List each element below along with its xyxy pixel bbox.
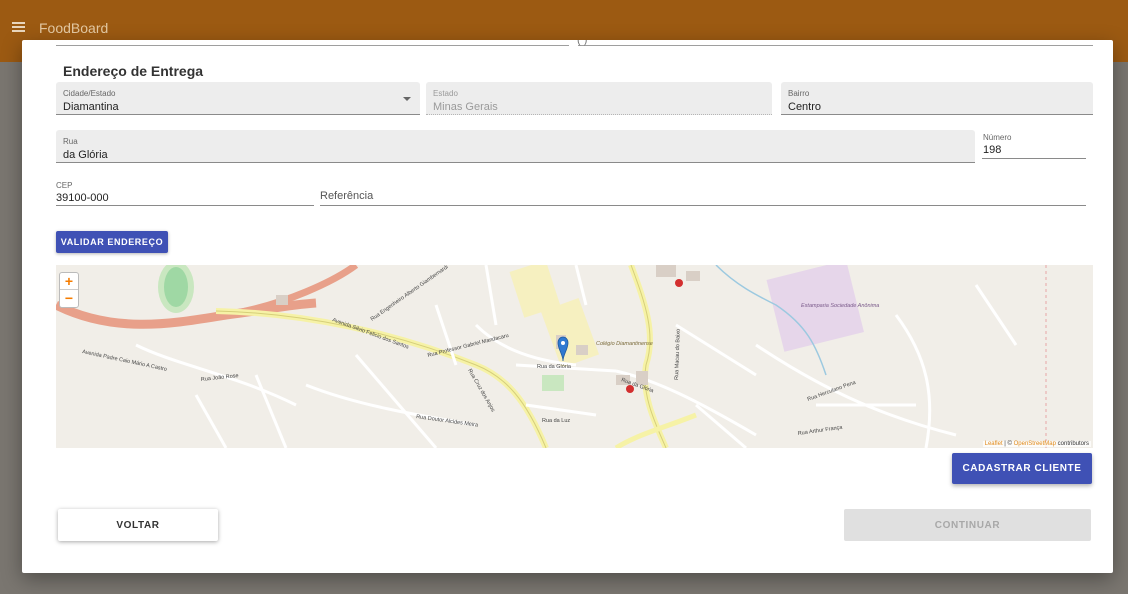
reference-field[interactable]: Referência: [320, 178, 1086, 206]
state-field: Estado Minas Gerais: [426, 82, 772, 115]
leaflet-link[interactable]: Leaflet: [985, 441, 1003, 447]
cep-value: 39100-000: [56, 192, 109, 204]
previous-field-underline-2: [578, 45, 1093, 46]
city-label: Cidade/Estado: [63, 89, 116, 98]
zoom-out-button[interactable]: −: [60, 290, 78, 307]
neighborhood-label: Bairro: [788, 89, 810, 98]
street-value: da Glória: [63, 149, 108, 161]
menu-icon[interactable]: [12, 22, 25, 32]
state-value: Minas Gerais: [433, 101, 498, 113]
number-label: Número: [983, 133, 1012, 142]
zoom-in-button[interactable]: +: [60, 273, 78, 290]
back-button[interactable]: VOLTAR: [58, 509, 218, 541]
validate-address-button[interactable]: VALIDAR ENDEREÇO: [56, 231, 168, 253]
previous-field-fragment: ( ): [577, 40, 588, 46]
neighborhood-field[interactable]: Bairro Centro: [781, 82, 1093, 115]
attribution-suffix: contributors: [1055, 441, 1089, 447]
city-select[interactable]: Cidade/Estado Diamantina: [56, 82, 420, 115]
reference-placeholder: Referência: [320, 190, 374, 202]
neighborhood-value: Centro: [788, 101, 822, 113]
attribution-separator: | ©: [1002, 441, 1014, 447]
app-title: FoodBoard: [39, 20, 109, 36]
map-label-luz: Rua da Luz: [542, 418, 570, 424]
previous-field-underline: [56, 45, 569, 46]
map-attribution: Leaflet | © OpenStreetMap contributors: [982, 441, 1091, 447]
register-client-button[interactable]: CADASTRAR CLIENTE: [952, 453, 1092, 484]
state-label: Estado: [433, 89, 458, 98]
cep-field[interactable]: CEP 39100-000: [56, 178, 314, 206]
dropdown-arrow-icon[interactable]: [403, 97, 411, 101]
city-value: Diamantina: [63, 101, 119, 113]
address-dialog: ( ) Endereço de Entrega Cidade/Estado Di…: [22, 40, 1113, 573]
street-field[interactable]: Rua da Glória: [56, 130, 975, 163]
map-label-gloria: Rua da Glória: [537, 364, 572, 370]
zoom-control: + −: [59, 272, 79, 308]
number-value: 198: [983, 144, 1002, 156]
number-field[interactable]: Número 198: [982, 130, 1086, 159]
map-label-estamparia: Estamparia Sociedade Anônima: [801, 303, 879, 309]
continue-button: CONTINUAR: [844, 509, 1091, 541]
cep-label: CEP: [56, 181, 73, 190]
section-title: Endereço de Entrega: [63, 63, 204, 79]
osm-link[interactable]: OpenStreetMap: [1014, 441, 1056, 447]
map-label-colegio: Colégio Diamantinense: [596, 341, 653, 347]
map-view[interactable]: Avenida Silvio Felicio dos Santos Rua da…: [56, 265, 1093, 448]
street-label: Rua: [63, 137, 78, 146]
map-tiles: Avenida Silvio Felicio dos Santos Rua da…: [56, 265, 1093, 448]
previous-fields: ( ): [56, 40, 1093, 46]
